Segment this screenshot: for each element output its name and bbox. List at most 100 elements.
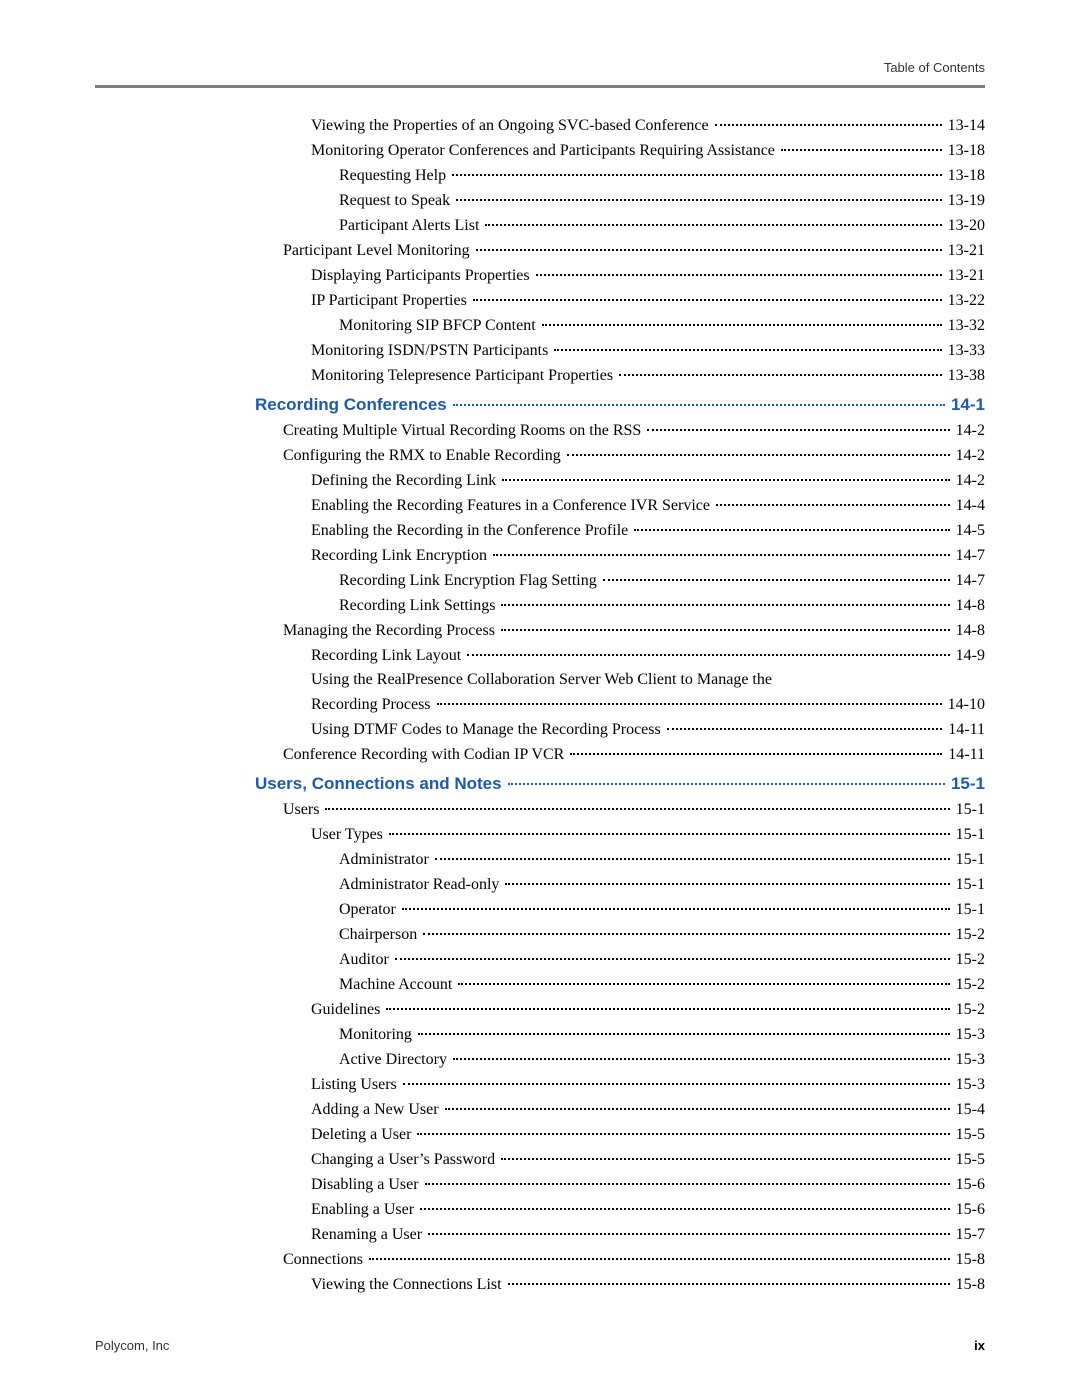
toc-leader (437, 689, 942, 705)
toc-leader (603, 565, 950, 581)
toc-entry-page: 15-6 (952, 1174, 985, 1196)
toc-entry-page: 15-1 (952, 824, 985, 846)
toc-entry-row: Using DTMF Codes to Manage the Recording… (255, 717, 985, 740)
toc-entry-row: Changing a User’s Password 15-5 (255, 1147, 985, 1170)
toc-entry-label: Recording Link Layout (311, 645, 465, 667)
toc-leader (445, 1094, 950, 1110)
toc-entry-row: User Types15-1 (255, 823, 985, 846)
toc-entry-label: Displaying Participants Properties (311, 265, 534, 287)
toc-entry-label: Administrator (339, 849, 433, 871)
toc-entry-page: 13-19 (944, 190, 985, 212)
toc-leader (386, 994, 949, 1010)
toc-entry-label: Requesting Help (339, 165, 450, 187)
toc-leader (647, 415, 949, 431)
toc-entry-page: 15-2 (952, 974, 985, 996)
toc-entry-label: Listing Users (311, 1074, 401, 1096)
toc-entry-row: Auditor15-2 (255, 948, 985, 971)
toc-entry-page: 13-18 (944, 165, 985, 187)
toc-entry-label: Monitoring (339, 1024, 416, 1046)
header-rule (95, 85, 985, 88)
toc-entry-page: 15-2 (952, 949, 985, 971)
toc-entry-page: 13-21 (944, 265, 985, 287)
toc-entry-row: Monitoring Telepresence Participant Prop… (255, 364, 985, 387)
toc-entry-page: 15-3 (952, 1074, 985, 1096)
toc-entry-label: Users (283, 799, 323, 821)
toc-entry-label: Renaming a User (311, 1224, 426, 1246)
toc-leader (369, 1243, 950, 1259)
toc-entry-page: 13-20 (944, 215, 985, 237)
toc-entry-page: 14-2 (952, 445, 985, 467)
toc-leader (536, 260, 942, 276)
toc-entry-label: Active Directory (339, 1049, 451, 1071)
toc-entry-page: 15-2 (952, 924, 985, 946)
toc-entry-page: 15-5 (952, 1149, 985, 1171)
toc-entry-label: Using the RealPresence Collaboration Ser… (311, 669, 776, 691)
toc-leader (458, 969, 949, 985)
toc-entry-label: Enabling a User (311, 1199, 418, 1221)
toc-entry-label: Viewing the Properties of an Ongoing SVC… (311, 115, 713, 137)
toc-entry-page: 15-1 (952, 849, 985, 871)
toc-entry-page: 15-1 (952, 899, 985, 921)
toc-entry-label: Adding a New User (311, 1099, 443, 1121)
toc-entry-page: 15-1 (952, 799, 985, 821)
toc-entry-row: Adding a New User 15-4 (255, 1098, 985, 1121)
toc-entry-row: Managing the Recording Process14-8 (255, 619, 985, 642)
toc-entry-page: 13-33 (944, 340, 985, 362)
toc-leader (485, 210, 941, 226)
toc-entry-label: Viewing the Connections List (311, 1274, 506, 1296)
toc-leader (501, 1143, 950, 1159)
toc-chapter-row: Recording Conferences14-1 (255, 393, 985, 417)
toc-entry-row: Monitoring ISDN/PSTN Participants13-33 (255, 339, 985, 362)
toc-entry-page: 14-7 (952, 570, 985, 592)
toc-entry-page: 15-3 (952, 1049, 985, 1071)
toc-entry-page: 13-32 (944, 315, 985, 337)
toc-entry-page: 14-2 (952, 470, 985, 492)
toc-leader (667, 713, 943, 729)
toc-entry-row: Enabling a User 15-6 (255, 1197, 985, 1220)
toc-entry-label: Deleting a User (311, 1124, 415, 1146)
toc-entry-label: Managing the Recording Process (283, 620, 499, 642)
toc-chapter-page: 14-1 (947, 394, 985, 417)
toc-entry-label: Changing a User’s Password (311, 1149, 499, 1171)
toc-entry-label: Operator (339, 899, 400, 921)
toc-entry-page: 15-4 (952, 1099, 985, 1121)
toc-leader (508, 1268, 950, 1284)
toc-entry-page: 15-1 (952, 874, 985, 896)
toc-entry-row: Displaying Participants Properties 13-21 (255, 264, 985, 287)
toc-leader (501, 590, 949, 606)
toc-leader (715, 110, 942, 126)
toc-entry-row: Creating Multiple Virtual Recording Room… (255, 419, 985, 442)
toc-entry-row: Recording Link Encryption Flag Setting 14… (255, 569, 985, 592)
toc-leader (403, 1069, 950, 1085)
toc-entry-page: 15-6 (952, 1199, 985, 1221)
toc-entry-page: 15-2 (952, 999, 985, 1021)
toc-entry-row: Enabling the Recording Features in a Con… (255, 494, 985, 517)
toc-entry-row: Users 15-1 (255, 798, 985, 821)
toc-entry-label: Recording Link Settings (339, 595, 499, 617)
toc-leader (402, 894, 950, 910)
table-of-contents: Viewing the Properties of an Ongoing SVC… (255, 114, 985, 1295)
toc-entry-page: 15-5 (952, 1124, 985, 1146)
toc-entry-label: Enabling the Recording Features in a Con… (311, 495, 714, 517)
toc-leader (453, 389, 945, 406)
toc-entry-label: Chairperson (339, 924, 421, 946)
toc-entry-row: Active Directory 15-3 (255, 1048, 985, 1071)
toc-entry-page: 14-4 (952, 495, 985, 517)
toc-entry-label: Recording Link Encryption Flag Setting (339, 570, 601, 592)
toc-entry-label: Monitoring Telepresence Participant Prop… (311, 365, 617, 387)
toc-entry-label: Conference Recording with Codian IP VCR (283, 744, 568, 766)
toc-entry-row: Administrator 15-1 (255, 848, 985, 871)
toc-entry-label: Participant Level Monitoring (283, 240, 474, 262)
toc-entry-label: Recording Link Encryption (311, 545, 491, 567)
toc-entry-label: IP Participant Properties (311, 290, 471, 312)
toc-leader (502, 465, 949, 481)
toc-entry-row: Monitoring Operator Conferences and Part… (255, 139, 985, 162)
toc-entry-label: Disabling a User (311, 1174, 423, 1196)
toc-leader (435, 844, 950, 860)
toc-entry-row: Deleting a User 15-5 (255, 1122, 985, 1145)
toc-leader (395, 944, 950, 960)
toc-entry-row: Machine Account15-2 (255, 973, 985, 996)
toc-leader (493, 540, 950, 556)
toc-entry-label: Creating Multiple Virtual Recording Room… (283, 420, 645, 442)
toc-leader (619, 360, 942, 376)
